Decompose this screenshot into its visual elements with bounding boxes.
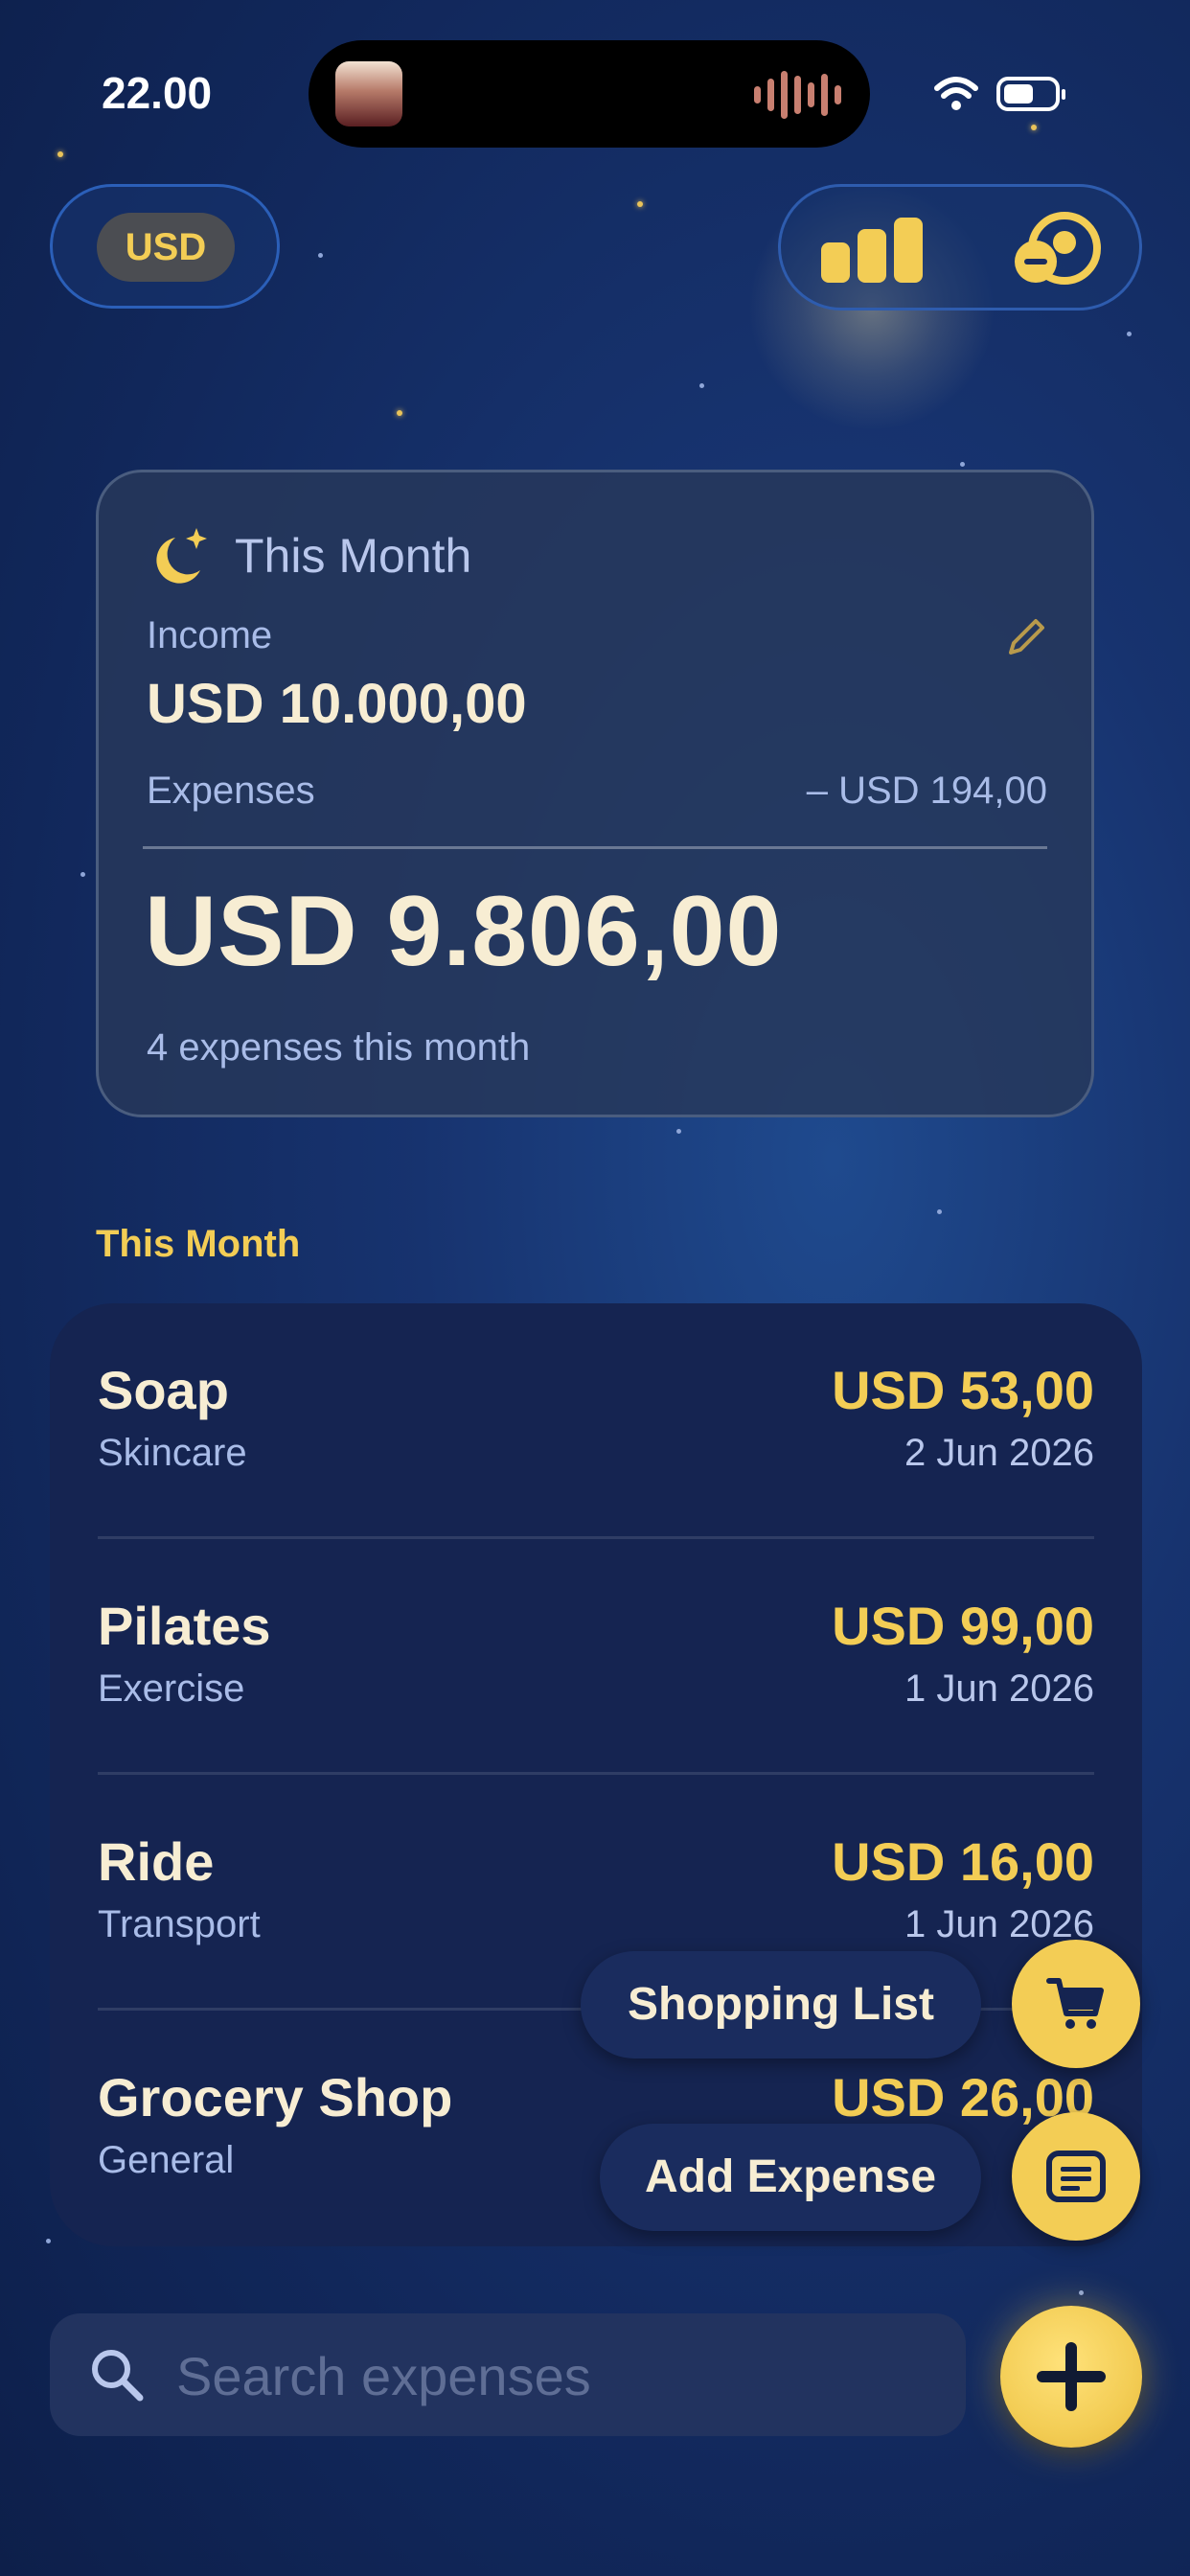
moon-stars-icon	[156, 528, 207, 584]
cart-icon	[1046, 1978, 1104, 2029]
expense-category: Transport	[98, 1903, 261, 1945]
receipt-icon	[1046, 2150, 1106, 2202]
expense-name: Pilates	[98, 1596, 271, 1656]
shopping-list-fab[interactable]	[1012, 1940, 1140, 2068]
expense-name: Soap	[98, 1360, 229, 1420]
expense-category: General	[98, 2139, 235, 2181]
star	[1031, 125, 1037, 130]
currency-selector[interactable]: USD	[50, 184, 280, 309]
income-value: USD 10.000,00	[147, 673, 527, 735]
expense-name: Ride	[98, 1831, 215, 1892]
star	[1079, 2290, 1084, 2295]
plus-icon	[1037, 2342, 1106, 2411]
net-balance: USD 9.806,00	[145, 876, 783, 987]
add-expense-fab[interactable]	[1012, 2112, 1140, 2241]
star	[960, 462, 965, 467]
search-bar	[50, 2313, 966, 2436]
expenses-value: – USD 194,00	[806, 770, 1047, 812]
star	[80, 872, 85, 877]
dynamic-island	[309, 40, 870, 148]
expense-amount: USD 53,00	[832, 1360, 1094, 1420]
expense-count: 4 expenses this month	[147, 1026, 531, 1069]
section-title: This Month	[96, 1223, 301, 1265]
audio-waveform-icon	[754, 71, 841, 119]
summary-title: This Month	[235, 529, 472, 583]
expense-amount: USD 99,00	[832, 1596, 1094, 1656]
search-input[interactable]	[174, 2333, 926, 2419]
currency-badge: USD	[97, 213, 235, 282]
star	[676, 1129, 681, 1134]
expense-date: 2 Jun 2026	[904, 1432, 1094, 1474]
wifi-icon	[934, 77, 978, 110]
star	[57, 151, 63, 157]
expense-name: Grocery Shop	[98, 2067, 453, 2128]
status-time: 22.00	[102, 68, 213, 118]
star	[318, 253, 323, 258]
star	[1127, 332, 1132, 336]
star	[699, 383, 704, 388]
bar-chart-icon[interactable]	[819, 216, 925, 285]
profile-minus-icon[interactable]	[1011, 212, 1107, 288]
now-playing-artwork	[335, 61, 402, 126]
list-item[interactable]: Pilates Exercise USD 99,00 1 Jun 2026	[98, 1539, 1094, 1775]
toolbar-group	[778, 184, 1142, 310]
star	[637, 201, 643, 207]
divider	[143, 846, 1047, 849]
expense-list: Soap Skincare USD 53,00 2 Jun 2026 Pilat…	[50, 1303, 1142, 2246]
search-icon	[92, 2350, 144, 2402]
star	[397, 410, 402, 416]
expense-date: 1 Jun 2026	[904, 1668, 1094, 1710]
expense-amount: USD 16,00	[832, 1831, 1094, 1892]
shopping-list-button[interactable]: Shopping List	[581, 1951, 981, 2058]
star	[46, 2239, 51, 2243]
battery-icon	[996, 77, 1065, 111]
add-expense-button[interactable]: Add Expense	[600, 2124, 981, 2231]
expense-category: Skincare	[98, 1432, 247, 1474]
list-item[interactable]: Soap Skincare USD 53,00 2 Jun 2026	[98, 1303, 1094, 1539]
star	[937, 1209, 942, 1214]
expense-category: Exercise	[98, 1668, 245, 1710]
pencil-icon[interactable]	[1005, 616, 1047, 658]
monthly-summary-card: This Month Income USD 10.000,00 Expenses…	[96, 470, 1094, 1117]
expenses-label: Expenses	[147, 770, 315, 812]
income-label: Income	[147, 614, 273, 656]
add-fab[interactable]	[1000, 2306, 1142, 2448]
